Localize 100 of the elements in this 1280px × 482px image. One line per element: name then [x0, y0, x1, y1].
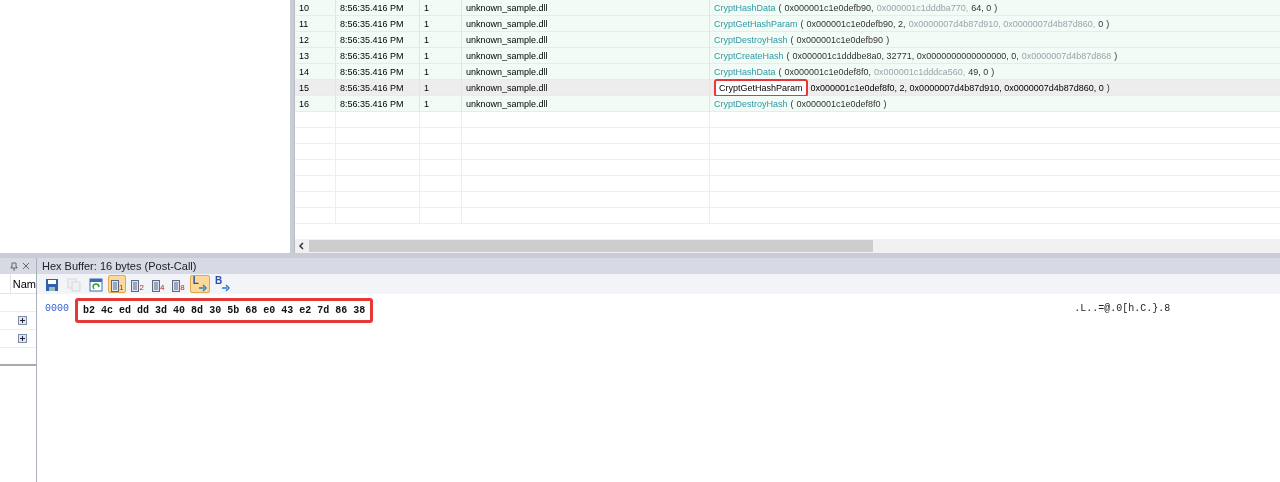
arrow-icon — [198, 284, 207, 292]
hex-byte: 5b — [227, 304, 240, 318]
arrow-icon — [222, 284, 231, 292]
hex-byte: b2 — [83, 304, 96, 318]
argument-text: 0x000001c1dddba770, — [876, 1, 969, 15]
byte-width-button[interactable]: 2 — [128, 275, 147, 293]
argument-text: 0x000001c1e0def8f0 — [796, 97, 881, 111]
expand-icon[interactable] — [18, 316, 27, 325]
byte-width-button[interactable]: 4 — [148, 275, 168, 293]
hex-byte: 8d — [191, 304, 204, 318]
endian-button[interactable]: B — [211, 275, 234, 293]
paren: ( — [786, 49, 790, 63]
module-cell: unknown_sample.dll — [466, 35, 548, 45]
hex-byte: 4c — [101, 304, 114, 318]
row-number: 15 — [299, 83, 309, 93]
paren: ) — [886, 33, 890, 47]
copy-icon — [67, 278, 81, 292]
argument-text: 64, 0 — [971, 1, 992, 15]
hex-byte: 3d — [155, 304, 168, 318]
paren: ) — [1106, 81, 1110, 95]
module-cell: unknown_sample.dll — [466, 3, 548, 13]
hex-byte: 30 — [209, 304, 222, 318]
api-name: CryptCreateHash — [714, 49, 784, 63]
argument-text: 49, 0 — [968, 65, 989, 79]
byte-width-button[interactable]: 8 — [169, 275, 188, 293]
byte-width-button[interactable]: 1 — [108, 275, 127, 293]
paren: ) — [994, 1, 998, 15]
pin-icon[interactable] — [10, 261, 18, 271]
hex-byte: 86 — [335, 304, 348, 318]
time-cell: 8:56:35.416 PM — [340, 51, 404, 61]
hex-byte: 43 — [281, 304, 294, 318]
hex-byte: ed — [119, 304, 132, 318]
argument-text: 0x0000007d4b87d910, 0x0000007d4b87d860, — [908, 17, 1096, 31]
thread-cell: 1 — [424, 51, 429, 61]
argument-text: 0x000001c1e0defb90, — [784, 1, 874, 15]
row-number: 11 — [299, 19, 309, 29]
row-number: 10 — [299, 3, 309, 13]
scrollbar-thumb[interactable] — [309, 240, 873, 252]
memory-icon — [151, 280, 160, 292]
paren: ) — [1106, 17, 1110, 31]
hex-byte: 38 — [353, 304, 366, 318]
refresh-button[interactable] — [86, 275, 106, 293]
panel-title: Hex Buffer: 16 bytes (Post-Call) — [37, 258, 1280, 274]
hex-byte: 7d — [317, 304, 330, 318]
argument-text: 0 — [1098, 17, 1104, 31]
argument-text: 0x000001c1dddbe8a0, 32771, 0x0000000000000000, 0, — [792, 49, 1019, 63]
api-name: CryptGetHashParam — [714, 17, 798, 31]
paren: ( — [778, 1, 782, 15]
time-cell: 8:56:35.416 PM — [340, 19, 404, 29]
horizontal-scrollbar[interactable] — [295, 239, 1280, 253]
module-cell: unknown_sample.dll — [466, 67, 548, 77]
api-name: CryptDestroyHash — [714, 97, 788, 111]
paren: ( — [790, 97, 794, 111]
row-number: 13 — [299, 51, 309, 61]
api-name: CryptHashData — [714, 1, 776, 15]
time-cell: 8:56:35.416 PM — [340, 3, 404, 13]
time-cell: 8:56:35.416 PM — [340, 67, 404, 77]
hex-byte: e2 — [299, 304, 312, 318]
hex-byte: 68 — [245, 304, 258, 318]
table-row[interactable]: 14 8:56:35.416 PM 1 unknown_sample.dll CryptHashData ( 0x000001c1e0def8f0, 0x000001c1dddca560, 49, 0 ) — [295, 64, 1280, 80]
table-row[interactable]: 13 8:56:35.416 PM 1 unknown_sample.dll CryptCreateHash ( 0x000001c1dddbe8a0, 32771, 0x0000000000000000, 0, 0x0000007d4b87d868 ) — [295, 48, 1280, 64]
paren: ) — [991, 65, 995, 79]
paren: ( — [790, 33, 794, 47]
api-name: CryptDestroyHash — [714, 33, 788, 47]
argument-text: 0x000001c1dddca560, — [874, 65, 966, 79]
hex-byte: 40 — [173, 304, 186, 318]
memory-icon — [131, 280, 140, 292]
api-name: CryptHashData — [714, 65, 776, 79]
endian-button[interactable]: L — [189, 275, 210, 293]
table-row[interactable]: 11 8:56:35.416 PM 1 unknown_sample.dll CryptGetHashParam ( 0x000001c1e0defb90, 2, 0x0000007d4b87d910, 0x0000007d4b87d860, 0 ) — [295, 16, 1280, 32]
paren: ) — [883, 97, 887, 111]
thread-cell: 1 — [424, 67, 429, 77]
argument-text: 0x000001c1e0def8f0, 2, 0x0000007d4b87d910, 0x0000007d4b87d860, 0 — [810, 81, 1104, 95]
module-cell: unknown_sample.dll — [466, 83, 548, 93]
hex-byte: dd — [137, 304, 150, 318]
table-row[interactable]: 12 8:56:35.416 PM 1 unknown_sample.dll CryptDestroyHash ( 0x000001c1e0defb90 ) — [295, 32, 1280, 48]
paren: ) — [1114, 49, 1118, 63]
module-cell: unknown_sample.dll — [466, 19, 548, 29]
close-icon[interactable] — [22, 262, 30, 270]
time-cell: 8:56:35.416 PM — [340, 35, 404, 45]
argument-text: 0x000001c1e0defb90 — [796, 33, 884, 47]
thread-cell: 1 — [424, 35, 429, 45]
column-header[interactable]: Nam — [10, 274, 36, 293]
memory-icon — [172, 280, 181, 292]
thread-cell: 1 — [424, 19, 429, 29]
row-number: 14 — [299, 67, 309, 77]
expand-icon[interactable] — [18, 334, 27, 343]
table-row[interactable]: 15 8:56:35.416 PM 1 unknown_sample.dll CryptGetHashParam 0x000001c1e0def8f0, 2, 0x0000007d4b87d910, 0x0000007d4b87d860, 0 ) — [295, 80, 1280, 96]
thread-cell: 1 — [424, 3, 429, 13]
hex-offset: 0000 — [44, 302, 70, 316]
thread-cell: 1 — [424, 83, 429, 93]
memory-icon — [111, 280, 119, 292]
table-row[interactable]: 10 8:56:35.416 PM 1 unknown_sample.dll CryptHashData ( 0x000001c1e0defb90, 0x000001c1dddba770, 64, 0 ) — [295, 0, 1280, 16]
paren: ( — [800, 17, 804, 31]
row-number: 16 — [299, 99, 309, 109]
argument-text: 0x0000007d4b87d868 — [1021, 49, 1112, 63]
time-cell: 8:56:35.416 PM — [340, 99, 404, 109]
argument-text: 0x000001c1e0defb90, 2, — [806, 17, 906, 31]
table-row[interactable]: 16 8:56:35.416 PM 1 unknown_sample.dll CryptDestroyHash ( 0x000001c1e0def8f0 ) — [295, 96, 1280, 112]
hex-byte: e0 — [263, 304, 276, 318]
